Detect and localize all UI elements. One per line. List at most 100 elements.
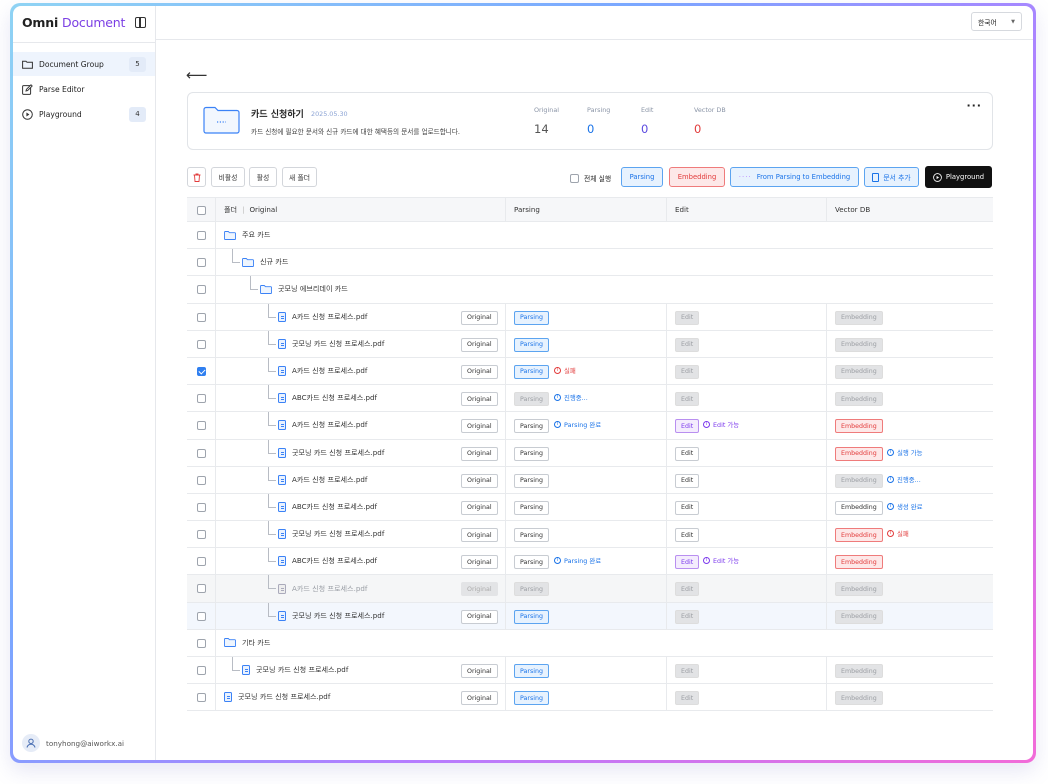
edit-status-button[interactable]: Edit bbox=[675, 473, 700, 488]
original-button[interactable]: Original bbox=[461, 419, 498, 434]
edit-status-button[interactable]: Edit bbox=[675, 555, 700, 570]
new-folder-button[interactable]: 새 폴더 bbox=[282, 167, 317, 187]
sidebar-item-playground[interactable]: Playground 4 bbox=[13, 102, 155, 126]
edit-status-button[interactable]: Edit bbox=[675, 446, 700, 461]
file-name[interactable]: ABC카드 신청 프로세스.pdf bbox=[278, 494, 377, 520]
original-button[interactable]: Original bbox=[461, 500, 498, 515]
row-checkbox[interactable] bbox=[197, 231, 206, 240]
row-checkbox[interactable] bbox=[197, 475, 206, 485]
folder-name[interactable]: 신규 카드 bbox=[242, 249, 288, 275]
from-parsing-to-embedding-button[interactable]: ···· From Parsing to Embedding bbox=[730, 167, 859, 187]
row-checkbox[interactable] bbox=[197, 394, 206, 404]
file-row[interactable]: 굿모닝 카드 신청 프로세스.pdf Original Parsing Edit Emb… bbox=[187, 439, 993, 467]
back-arrow-icon[interactable]: ⟵ bbox=[186, 68, 208, 83]
add-document-button[interactable]: 문서 추가 bbox=[864, 167, 919, 187]
parsing-status-button[interactable]: Parsing bbox=[514, 364, 549, 379]
file-row[interactable]: 굿모닝 카드 신청 프로세스.pdf Original Parsing Edit Emb… bbox=[187, 330, 993, 358]
file-row[interactable]: ABC카드 신청 프로세스.pdf Original Parsing i 진행중... E… bbox=[187, 385, 993, 413]
file-row[interactable]: 굿모닝 카드 신청 프로세스.pdf Original Parsing Edit Emb… bbox=[187, 684, 993, 712]
original-button[interactable]: Original bbox=[461, 310, 498, 325]
parsing-button[interactable]: Parsing bbox=[621, 167, 663, 187]
parsing-status-button[interactable]: Parsing bbox=[514, 555, 549, 570]
row-checkbox[interactable] bbox=[197, 502, 206, 512]
row-checkbox[interactable] bbox=[197, 366, 206, 376]
file-name[interactable]: 굿모닝 카드 신청 프로세스.pdf bbox=[278, 521, 384, 547]
language-select[interactable]: 한국어 ▼ bbox=[971, 12, 1022, 31]
row-checkbox[interactable] bbox=[197, 557, 206, 567]
original-button[interactable]: Original bbox=[461, 473, 498, 488]
row-checkbox[interactable] bbox=[197, 638, 206, 648]
row-checkbox[interactable] bbox=[197, 312, 206, 322]
sidebar-collapse-icon[interactable] bbox=[135, 16, 146, 28]
edit-status-button[interactable]: Edit bbox=[675, 500, 700, 515]
delete-button[interactable] bbox=[187, 167, 206, 187]
folder-row[interactable]: 주요 카드 bbox=[187, 222, 993, 250]
parsing-status-button[interactable]: Parsing bbox=[514, 337, 549, 352]
file-name[interactable]: 굿모닝 카드 신청 프로세스.pdf bbox=[224, 684, 330, 710]
folder-name[interactable]: 주요 카드 bbox=[224, 222, 270, 248]
parsing-status-button[interactable]: Parsing bbox=[514, 528, 549, 543]
file-name[interactable]: A카드 신청 프로세스.pdf bbox=[278, 304, 367, 330]
file-name[interactable]: A카드 신청 프로세스.pdf bbox=[278, 467, 367, 493]
original-button[interactable]: Original bbox=[461, 364, 498, 379]
parsing-status-button[interactable]: Parsing bbox=[514, 473, 549, 488]
file-row[interactable]: ABC카드 신청 프로세스.pdf Original Parsing i Parsing… bbox=[187, 548, 993, 576]
parsing-status-button[interactable]: Parsing bbox=[514, 664, 549, 678]
row-checkbox[interactable] bbox=[197, 448, 206, 458]
original-button[interactable]: Original bbox=[461, 691, 498, 706]
embedding-status-button[interactable]: Embedding bbox=[835, 555, 883, 570]
folder-row[interactable]: 기타 카드 bbox=[187, 629, 993, 657]
original-button[interactable]: Original bbox=[461, 555, 498, 570]
file-row[interactable]: ABC카드 신청 프로세스.pdf Original Parsing Edit Embe… bbox=[187, 493, 993, 522]
file-row[interactable]: A카드 신청 프로세스.pdf Original Parsing Edit Embedd… bbox=[187, 575, 993, 603]
file-row[interactable]: 굿모닝 카드 신청 프로세스.pdf Original Parsing Edit Emb… bbox=[187, 602, 993, 630]
file-name[interactable]: 굿모닝 카드 신청 프로세스.pdf bbox=[278, 331, 384, 357]
parsing-status-button[interactable]: Parsing bbox=[514, 419, 549, 434]
edit-status-button[interactable]: Edit bbox=[675, 419, 700, 434]
edit-status-button[interactable]: Edit bbox=[675, 528, 700, 543]
row-checkbox[interactable] bbox=[197, 666, 206, 675]
file-row[interactable]: A카드 신청 프로세스.pdf Original Parsing i 실패 Edit Emb… bbox=[187, 357, 993, 386]
folder-name[interactable]: 굿모닝 에브리데이 카드 bbox=[260, 276, 348, 302]
user-account[interactable]: tonyhong@aiworkx.ai bbox=[22, 734, 124, 752]
row-checkbox[interactable] bbox=[197, 693, 206, 703]
row-checkbox[interactable] bbox=[197, 421, 206, 431]
parsing-status-button[interactable]: Parsing bbox=[514, 609, 549, 624]
file-name[interactable]: 굿모닝 카드 신청 프로세스.pdf bbox=[278, 440, 384, 466]
original-button[interactable]: Original bbox=[461, 446, 498, 461]
row-checkbox[interactable] bbox=[197, 258, 206, 268]
activate-button[interactable]: 활성 bbox=[249, 167, 277, 187]
parsing-status-button[interactable]: Parsing bbox=[514, 691, 549, 706]
file-name[interactable]: 굿모닝 카드 신청 프로세스.pdf bbox=[278, 603, 384, 629]
file-name[interactable]: A카드 신청 프로세스.pdf bbox=[278, 358, 367, 384]
sidebar-item-document-group[interactable]: Document Group 5 bbox=[13, 52, 155, 76]
original-button[interactable]: Original bbox=[461, 337, 498, 352]
embedding-status-button[interactable]: Embedding bbox=[835, 528, 883, 543]
run-all-toggle[interactable]: 전체 실행 bbox=[570, 173, 611, 183]
playground-button[interactable]: Playground bbox=[925, 166, 992, 188]
file-name[interactable]: ABC카드 신청 프로세스.pdf bbox=[278, 385, 377, 411]
embedding-button[interactable]: Embedding bbox=[669, 167, 725, 187]
run-all-checkbox[interactable] bbox=[570, 173, 579, 183]
parsing-status-button[interactable]: Parsing bbox=[514, 500, 549, 515]
file-row[interactable]: A카드 신청 프로세스.pdf Original Parsing Edit Embedd… bbox=[187, 466, 993, 494]
row-checkbox[interactable] bbox=[197, 530, 206, 540]
original-button[interactable]: Original bbox=[461, 392, 498, 407]
embedding-status-button[interactable]: Embedding bbox=[835, 500, 883, 515]
file-row[interactable]: A카드 신청 프로세스.pdf Original Parsing i Parsing 완… bbox=[187, 412, 993, 440]
original-button[interactable]: Original bbox=[461, 528, 498, 543]
parsing-status-button[interactable]: Parsing bbox=[514, 446, 549, 461]
more-options-icon[interactable]: ··· bbox=[966, 99, 982, 112]
file-name[interactable]: A카드 신청 프로세스.pdf bbox=[278, 575, 367, 601]
file-row[interactable]: 굿모닝 카드 신청 프로세스.pdf Original Parsing Edit Emb… bbox=[187, 657, 993, 685]
embedding-status-button[interactable]: Embedding bbox=[835, 419, 883, 434]
row-checkbox[interactable] bbox=[197, 285, 206, 295]
row-checkbox[interactable] bbox=[197, 339, 206, 349]
folder-name[interactable]: 기타 카드 bbox=[224, 630, 270, 656]
file-name[interactable]: A카드 신청 프로세스.pdf bbox=[278, 412, 367, 438]
file-name[interactable]: 굿모닝 카드 신청 프로세스.pdf bbox=[242, 657, 348, 683]
select-all-checkbox[interactable] bbox=[197, 206, 206, 215]
file-row[interactable]: A카드 신청 프로세스.pdf Original Parsing Edit Embedd… bbox=[187, 303, 993, 331]
folder-row[interactable]: 굿모닝 에브리데이 카드 bbox=[187, 276, 993, 304]
parsing-status-button[interactable]: Parsing bbox=[514, 310, 549, 325]
